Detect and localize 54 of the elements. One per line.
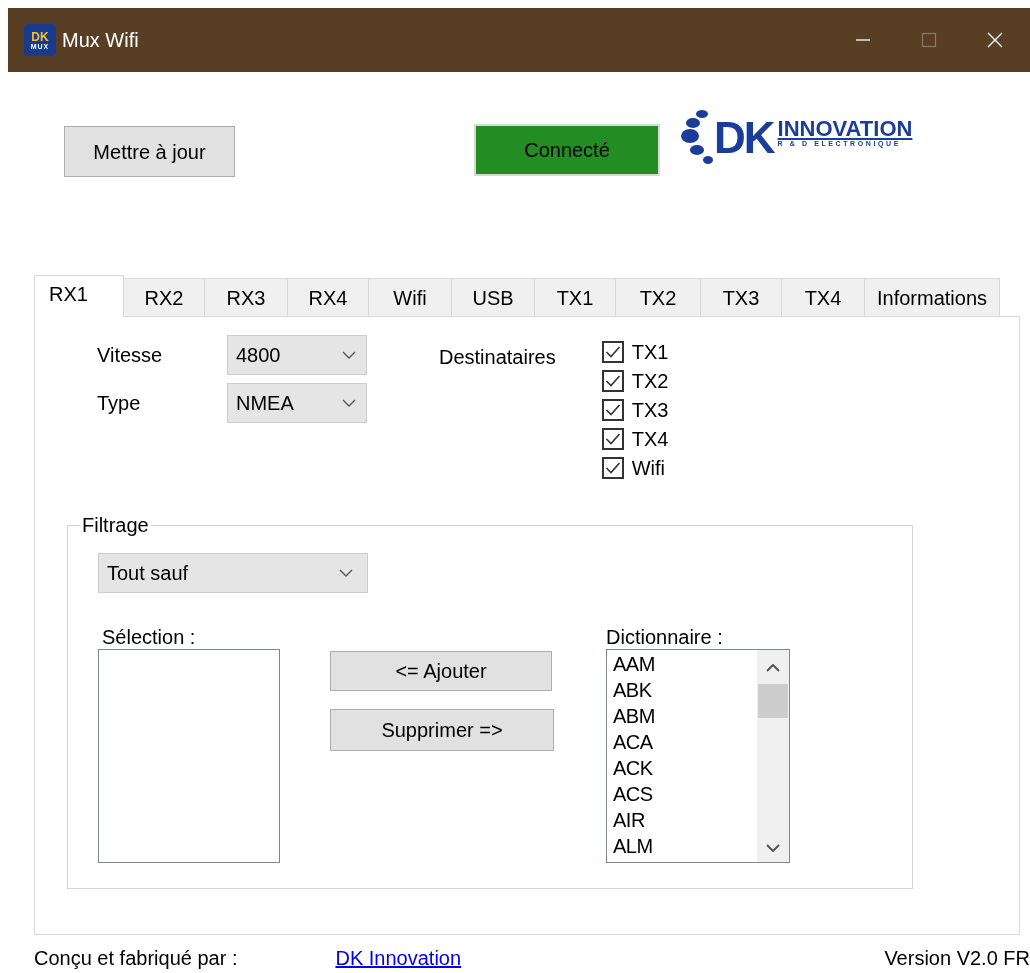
chevron-down-icon <box>342 351 356 359</box>
dropdown[interactable]: Tout sauf <box>98 553 368 593</box>
list-item[interactable]: ABK <box>613 678 757 704</box>
tab[interactable]: USB <box>451 278 535 316</box>
list-item[interactable]: ALM <box>613 834 757 860</box>
logo-mark: DK <box>714 116 774 160</box>
field-label: Type <box>97 391 142 416</box>
tab[interactable]: RX4 <box>287 278 369 316</box>
version-text: Version V2.0 FR <box>884 946 1030 971</box>
tab[interactable]: Wifi <box>368 278 452 316</box>
tab[interactable]: RX3 <box>204 278 288 316</box>
chevron-down-icon <box>766 844 780 852</box>
minimize-icon <box>856 39 870 41</box>
connection-status: Connecté <box>474 124 660 176</box>
dropdown[interactable]: NMEA <box>227 383 367 423</box>
scroll-thumb[interactable] <box>758 684 788 718</box>
dropdown[interactable]: 4800 <box>227 335 367 375</box>
recipients-label: Destinataires <box>439 345 556 370</box>
logo-word: INNOVATION <box>777 118 913 140</box>
checkbox[interactable]: TX2 <box>601 366 669 395</box>
scrollbar[interactable] <box>757 650 789 862</box>
remove-button[interactable]: Supprimer => <box>330 709 554 751</box>
tab[interactable]: RX2 <box>123 278 205 316</box>
icon-label: DK <box>31 30 49 43</box>
window-title: Mux Wifi <box>62 28 139 53</box>
checkbox[interactable]: TX1 <box>601 337 669 366</box>
chevron-down-icon <box>342 399 356 407</box>
checkbox[interactable]: Wifi <box>601 453 669 482</box>
add-button[interactable]: <= Ajouter <box>330 651 552 691</box>
list-item[interactable]: ACA <box>613 730 757 756</box>
checkbox[interactable]: TX3 <box>601 395 669 424</box>
list-item[interactable]: ABM <box>613 704 757 730</box>
list-item[interactable]: AIR <box>613 808 757 834</box>
chevron-up-icon <box>766 664 780 672</box>
close-icon <box>986 31 1004 49</box>
tab[interactable]: TX2 <box>615 278 701 316</box>
tab[interactable]: TX3 <box>700 278 782 316</box>
selection-list[interactable] <box>98 649 280 863</box>
credit-text: Conçu et fabriqué par : <box>34 946 238 971</box>
update-button[interactable]: Mettre à jour <box>64 126 235 177</box>
maximize-icon <box>920 31 938 49</box>
list-item[interactable]: ACK <box>613 756 757 782</box>
list-label: Sélection : <box>102 625 197 649</box>
list-label: Dictionnaire : <box>606 625 724 649</box>
link[interactable]: DK Innovation <box>335 943 462 973</box>
tab[interactable]: RX1 <box>34 275 124 317</box>
list-item[interactable]: ACS <box>613 782 757 808</box>
checkbox[interactable]: TX4 <box>601 424 669 453</box>
field-label: Vitesse <box>97 343 164 368</box>
tab[interactable]: TX4 <box>781 278 865 316</box>
tab[interactable]: Informations <box>864 278 1000 316</box>
tab[interactable]: TX1 <box>534 278 616 316</box>
list-item[interactable]: AAM <box>613 652 757 678</box>
chevron-down-icon <box>339 569 353 577</box>
